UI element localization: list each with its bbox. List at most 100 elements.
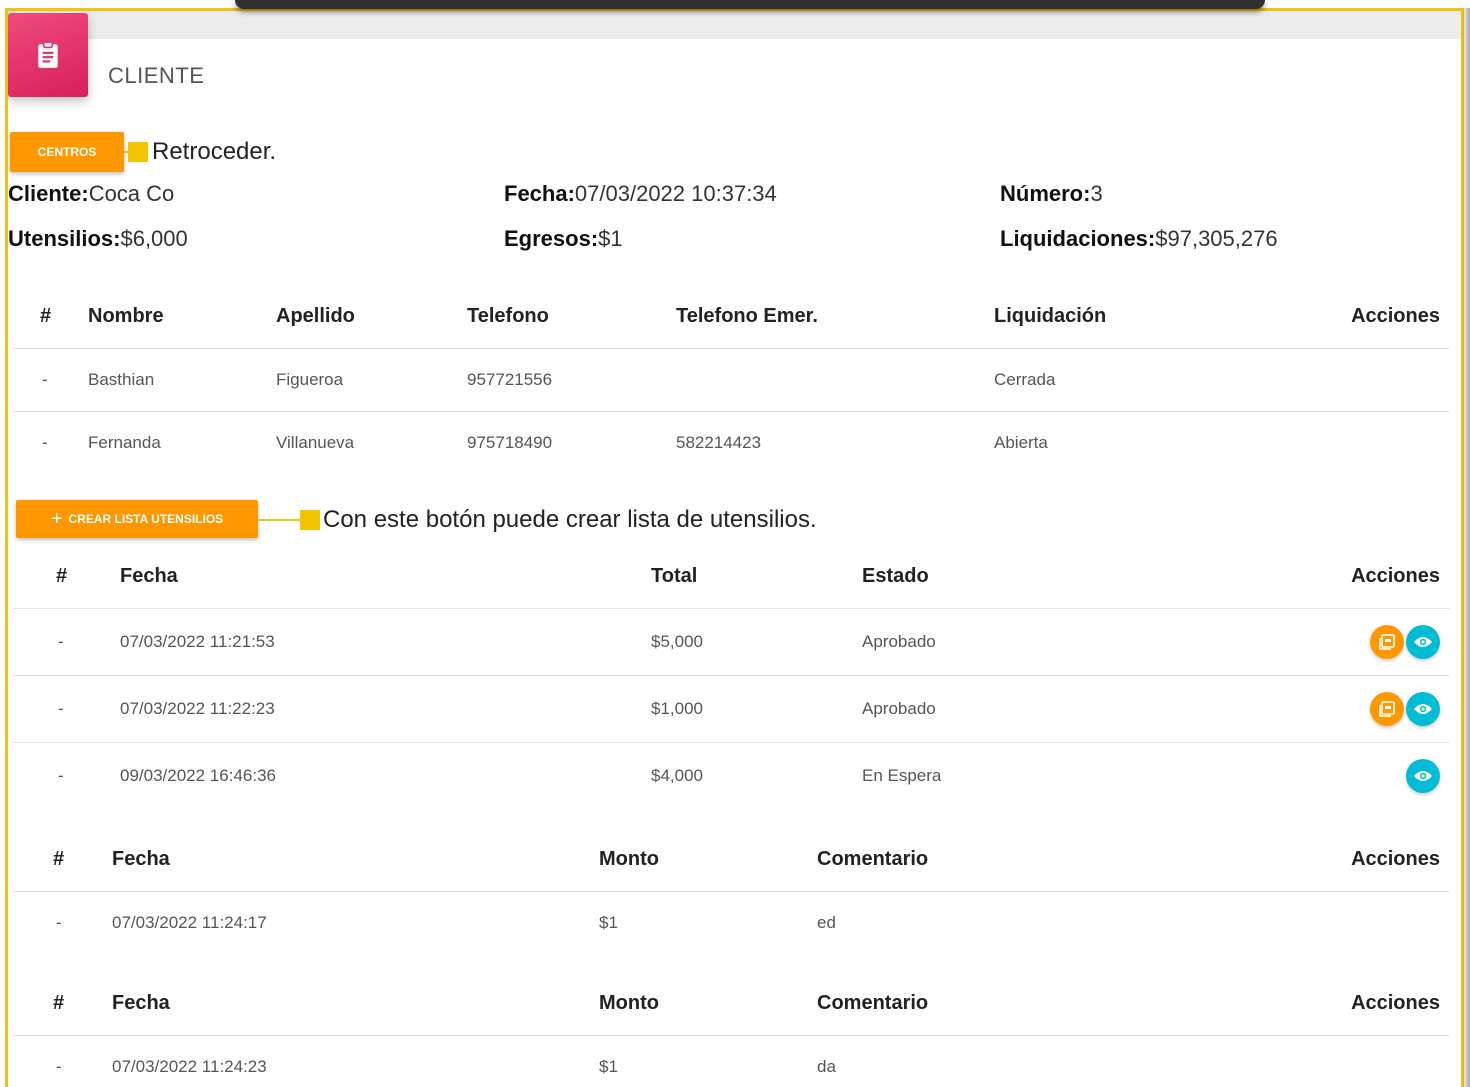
info-label: Número: [1000, 181, 1091, 206]
table-row: - 07/03/2022 11:22:23 $1,000 Aprobado [13, 674, 1450, 742]
info-label: Utensilios: [8, 226, 121, 251]
cell-actions [1262, 674, 1450, 742]
cell: Cerrada [994, 347, 1294, 411]
cell: Villanueva [276, 410, 467, 474]
col-header: Telefono [467, 305, 549, 328]
cell: ed [817, 890, 1317, 954]
cell-actions [1262, 607, 1450, 675]
col-header: Monto [599, 992, 659, 1015]
cell: - [13, 890, 112, 954]
col-header: Acciones [1351, 848, 1440, 871]
col-header: Total [651, 565, 698, 588]
cell: 09/03/2022 16:46:36 [120, 741, 651, 809]
callout-back: Retroceder. [152, 138, 277, 165]
info-numero: Número:3 [1000, 181, 1103, 207]
cell-actions [1262, 741, 1450, 809]
col-header: Acciones [1351, 565, 1440, 588]
cell: - [13, 1034, 112, 1087]
info-value: 3 [1090, 181, 1103, 206]
right-edge-shadow [1463, 8, 1470, 1087]
col-header: # [56, 565, 68, 588]
plus-icon: + [50, 508, 63, 530]
header-icon-box [8, 13, 88, 97]
cell: - [13, 607, 120, 675]
pdf-icon [1379, 633, 1395, 650]
row-actions [1370, 624, 1440, 659]
info-value: Coca Co [88, 181, 175, 206]
table-row: - 09/03/2022 16:46:36 $4,000 En Espera [13, 741, 1450, 809]
info-label: Cliente: [8, 181, 89, 206]
cell: - [13, 674, 120, 742]
cell: Aprobado [862, 607, 1262, 675]
info-value: $1 [598, 226, 623, 251]
col-header: Acciones [1351, 305, 1440, 328]
cell: 582214423 [676, 410, 994, 474]
cell: $1 [599, 890, 817, 954]
info-value: 07/03/2022 10:37:34 [574, 181, 777, 206]
table-row: - 07/03/2022 11:21:53 $5,000 Aprobado [13, 607, 1450, 675]
table-header-row: # Fecha Total Estado Acciones [13, 546, 1450, 608]
callout-marker [300, 510, 320, 530]
cell-actions [1317, 890, 1450, 954]
table-header-row: # Fecha Monto Comentario Acciones [13, 829, 1450, 891]
cell: da [817, 1034, 1317, 1087]
col-header: Fecha [120, 565, 178, 588]
eye-icon [1414, 770, 1432, 781]
utensils-table: # Fecha Total Estado Acciones - 07/03/20… [13, 546, 1450, 809]
create-utensil-list-button[interactable]: + CREAR LISTA UTENSILIOS [16, 500, 258, 538]
table-row: - Basthian Figueroa 957721556 Cerrada [13, 347, 1450, 411]
info-utensilios: Utensilios:$6,000 [8, 226, 188, 252]
col-header: Fecha [112, 848, 170, 871]
cell: 957721556 [467, 347, 676, 411]
table-header-row: # Nombre Apellido Telefono Telefono Emer… [13, 286, 1450, 348]
view-button[interactable] [1406, 624, 1440, 659]
clipboard-icon [38, 41, 58, 68]
cell: Abierta [994, 410, 1294, 474]
col-header: Comentario [817, 848, 929, 871]
pdf-button[interactable] [1370, 624, 1404, 659]
col-header: Comentario [817, 992, 929, 1015]
pdf-button[interactable] [1370, 691, 1404, 726]
cell-actions [1294, 347, 1450, 411]
centros-button[interactable]: CENTROS [10, 132, 124, 172]
table-row: - 07/03/2022 11:24:17 $1 ed [13, 890, 1450, 954]
cell: $4,000 [651, 741, 862, 809]
egresos-table-1: # Fecha Monto Comentario Acciones - 07/0… [13, 829, 1450, 954]
info-cliente: Cliente:Coca Co [8, 181, 174, 207]
cell: $5,000 [651, 607, 862, 675]
cell: Basthian [88, 347, 276, 411]
table-row: - 07/03/2022 11:24:23 $1 da [13, 1034, 1450, 1087]
workers-table: # Nombre Apellido Telefono Telefono Emer… [13, 286, 1450, 474]
info-value: $97,305,276 [1155, 226, 1278, 251]
col-header: # [53, 992, 65, 1015]
view-button[interactable] [1406, 691, 1440, 726]
page-title: CLIENTE [108, 63, 205, 88]
cell: $1,000 [651, 674, 862, 742]
col-header: Liquidación [994, 305, 1107, 328]
info-label: Liquidaciones: [1000, 226, 1156, 251]
cell: Figueroa [276, 347, 467, 411]
cell: En Espera [862, 741, 1262, 809]
col-header: Fecha [112, 992, 170, 1015]
col-header: # [40, 305, 52, 328]
cell: Aprobado [862, 674, 1262, 742]
callout-create: Con este botón puede crear lista de uten… [323, 506, 817, 533]
callout-marker [128, 142, 148, 162]
info-liquidaciones: Liquidaciones:$97,305,276 [1000, 226, 1278, 252]
table-header-row: # Fecha Monto Comentario Acciones [13, 973, 1450, 1035]
cell: - [13, 347, 88, 411]
view-button[interactable] [1406, 758, 1440, 793]
cell: 07/03/2022 11:24:23 [112, 1034, 599, 1087]
eye-icon [1414, 703, 1432, 714]
cell: 07/03/2022 11:22:23 [120, 674, 651, 742]
cell: 07/03/2022 11:21:53 [120, 607, 651, 675]
top-shadow [235, 0, 1265, 9]
cell: - [13, 410, 88, 474]
main-card: CLIENTE CENTROS Retroceder. Cliente:Coca… [5, 8, 1464, 1087]
header-strip [8, 11, 1461, 39]
row-actions [1406, 758, 1440, 793]
pdf-icon [1379, 700, 1395, 717]
col-header: Apellido [276, 305, 355, 328]
col-header: # [53, 848, 65, 871]
cell: 975718490 [467, 410, 676, 474]
